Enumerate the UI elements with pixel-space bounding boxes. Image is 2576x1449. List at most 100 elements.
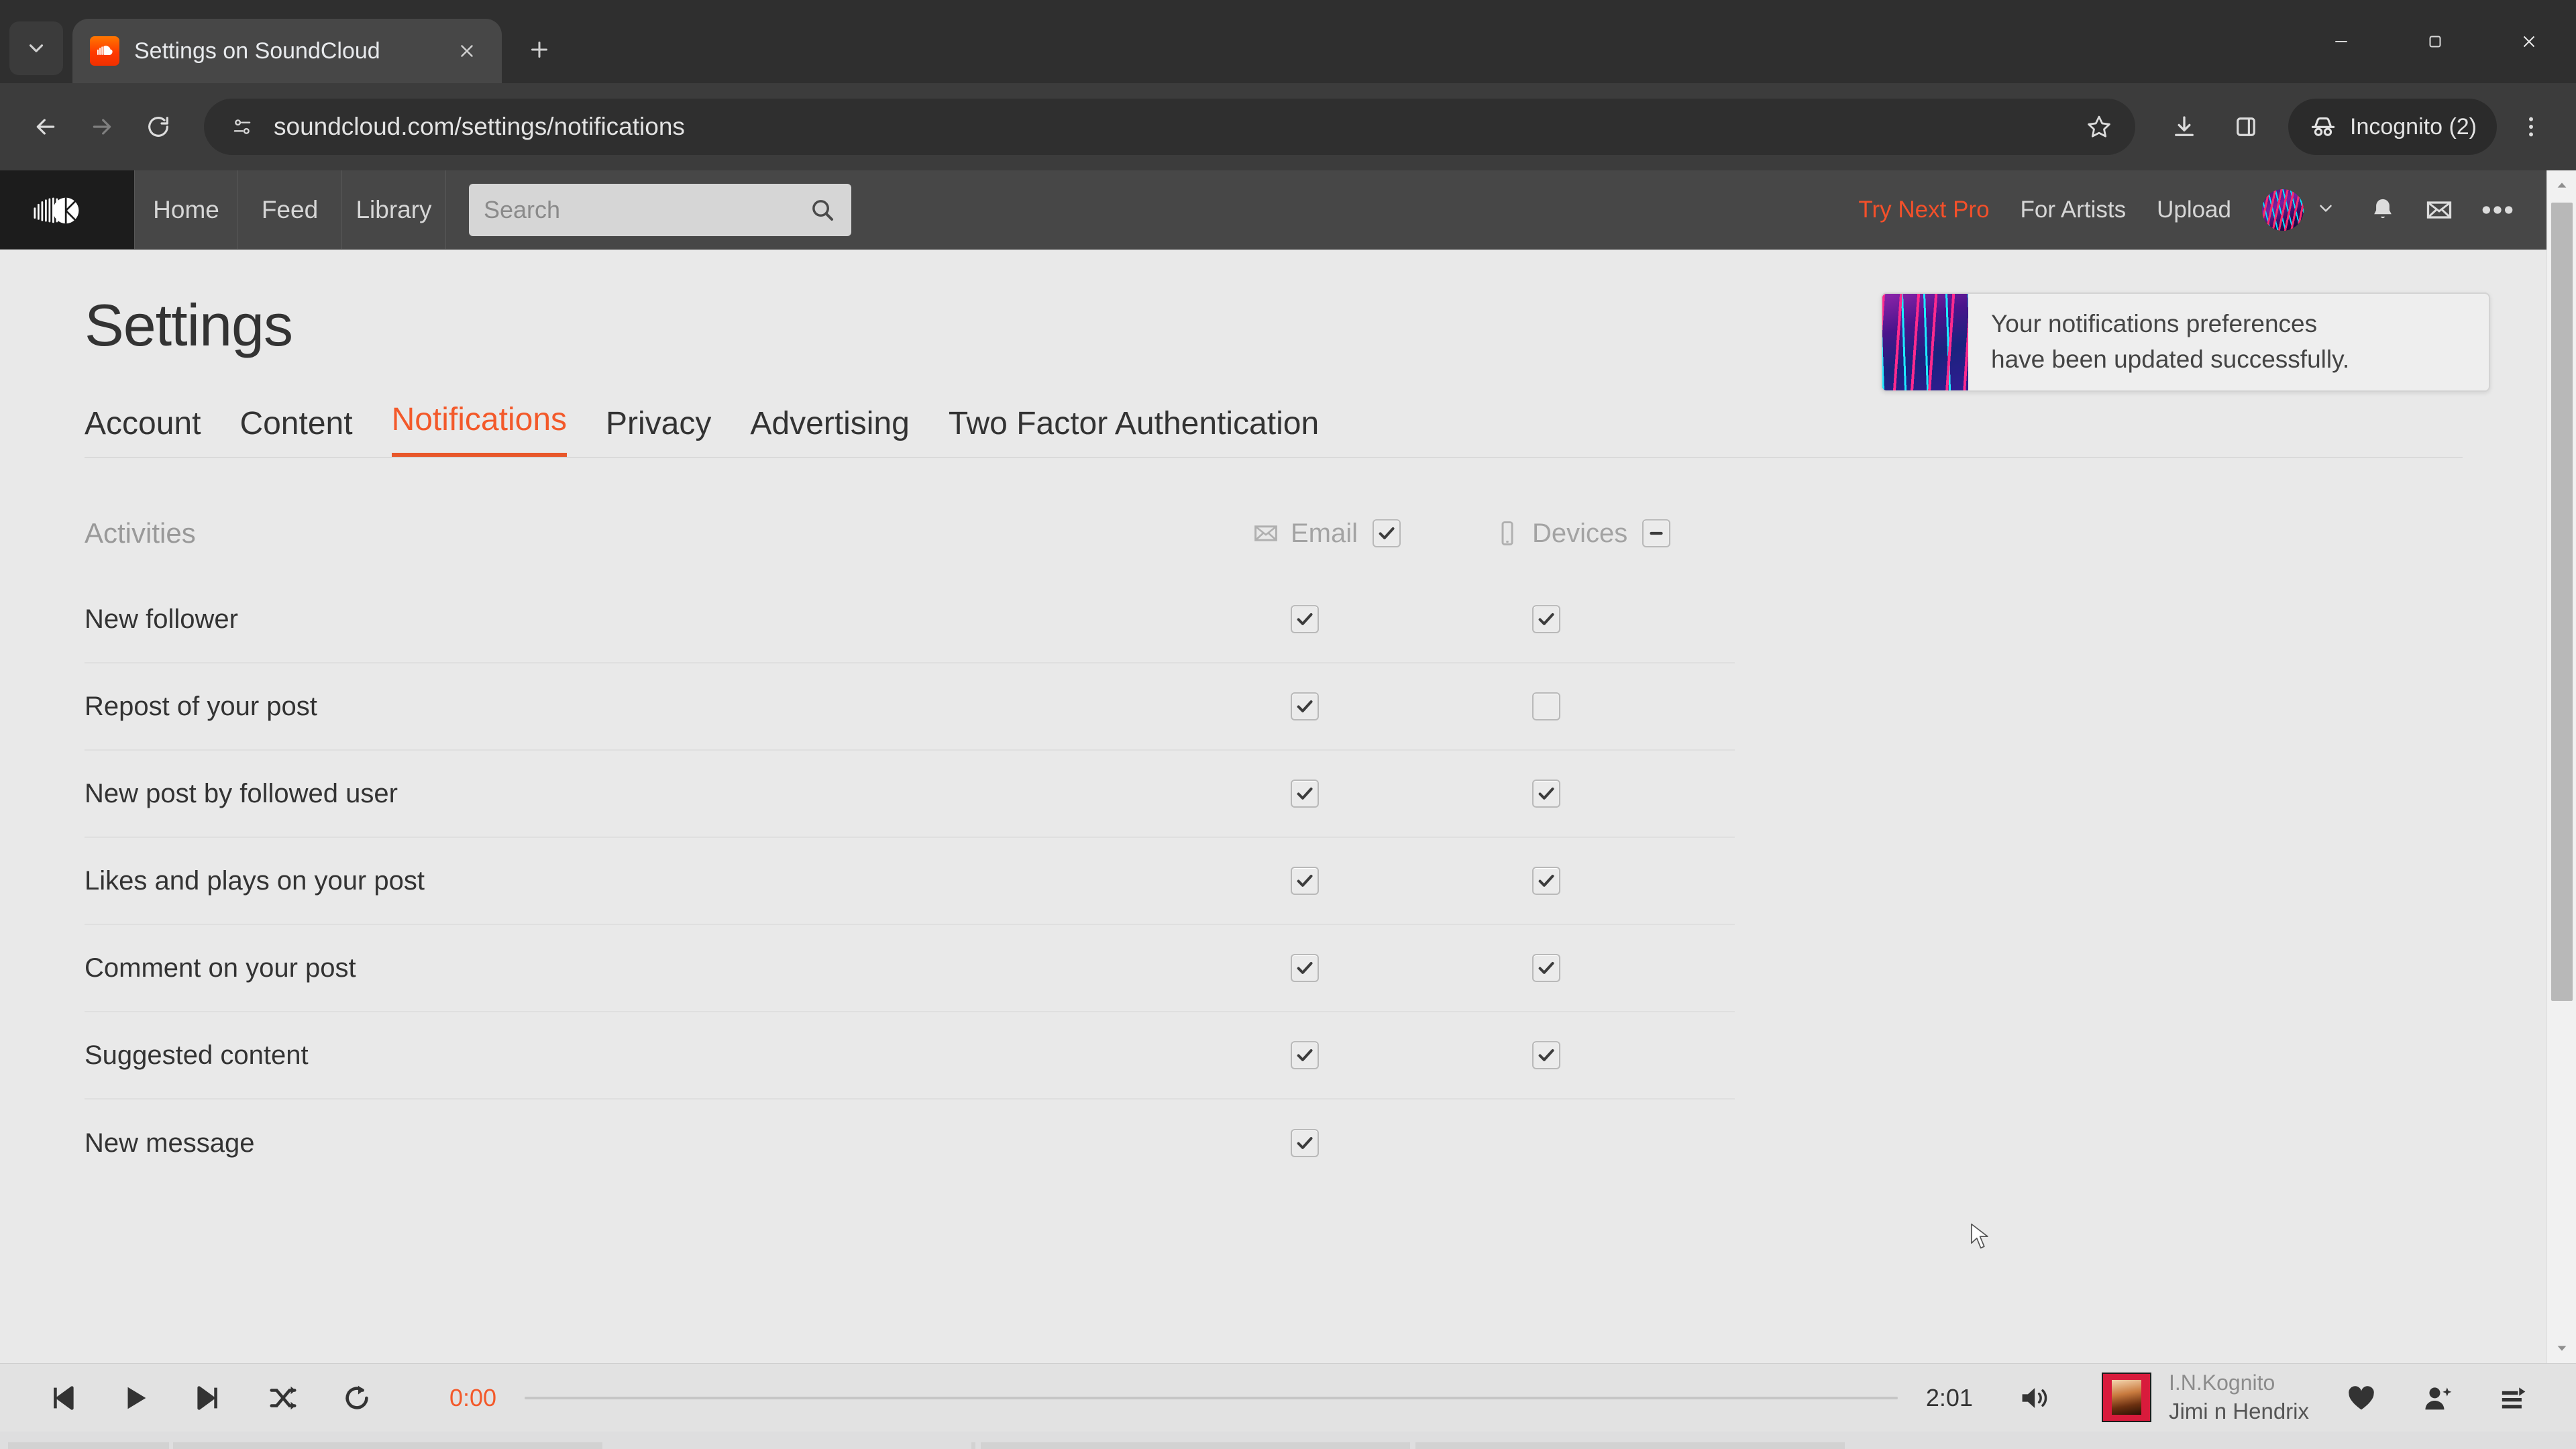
checkbox-devices[interactable]: [1532, 1041, 1560, 1069]
try-next-pro-link[interactable]: Try Next Pro: [1858, 197, 1989, 223]
tab-content[interactable]: Content: [239, 405, 352, 457]
check-icon: [1538, 875, 1554, 887]
search-input[interactable]: Search: [469, 183, 851, 236]
checkbox-email[interactable]: [1291, 605, 1319, 633]
skip-previous-icon: [54, 1385, 74, 1410]
search-icon[interactable]: [808, 196, 837, 224]
check-icon: [1297, 788, 1313, 800]
browser-toolbar: soundcloud.com/settings/notifications In…: [0, 83, 2576, 170]
table-row: Repost of your post: [85, 663, 1735, 751]
row-cell-devices: [1493, 867, 1735, 895]
maximize-button[interactable]: [2388, 0, 2482, 83]
check-icon: [1538, 962, 1554, 974]
tab-search-button[interactable]: [9, 21, 63, 75]
master-checkbox-email[interactable]: [1373, 519, 1401, 547]
browser-tab[interactable]: Settings on SoundCloud: [72, 19, 502, 83]
url-text[interactable]: soundcloud.com/settings/notifications: [274, 113, 2075, 141]
column-header-email: Email: [1252, 519, 1493, 549]
side-panel-icon: [2237, 117, 2255, 136]
indeterminate-dash-icon: [1650, 531, 1663, 535]
star-icon: [2088, 115, 2110, 138]
play-button[interactable]: [111, 1374, 160, 1422]
address-bar[interactable]: soundcloud.com/settings/notifications: [204, 99, 2135, 155]
row-cell-devices: [1493, 692, 1735, 720]
checkbox-email[interactable]: [1291, 867, 1319, 895]
three-dot-menu-icon: [2529, 117, 2533, 137]
elapsed-time: 0:00: [449, 1383, 497, 1411]
table-row: Likes and plays on your post: [85, 838, 1735, 925]
reload-button[interactable]: [130, 99, 186, 155]
master-checkbox-devices[interactable]: [1642, 519, 1671, 547]
page-scrollbar[interactable]: [2546, 170, 2576, 1363]
profile-dropdown-button[interactable]: [2316, 198, 2336, 221]
checkbox-email[interactable]: [1291, 954, 1319, 982]
nav-item-home[interactable]: Home: [134, 170, 238, 249]
minimize-button[interactable]: [2294, 0, 2388, 83]
downloads-button[interactable]: [2157, 99, 2212, 154]
column-header-devices: Devices: [1493, 519, 1735, 549]
track-title: Jimi n Hendrix: [2168, 1398, 2309, 1424]
back-button[interactable]: [17, 99, 74, 155]
window-controls: [2294, 0, 2576, 83]
follow-user-button[interactable]: [2414, 1374, 2462, 1422]
repeat-button[interactable]: [333, 1374, 381, 1422]
bookmark-button[interactable]: [2075, 103, 2123, 151]
player-actions: [2309, 1374, 2538, 1422]
forward-button[interactable]: [74, 99, 130, 155]
messages-button[interactable]: [2424, 195, 2454, 225]
window-close-button[interactable]: [2482, 0, 2576, 83]
side-panel-button[interactable]: [2218, 99, 2273, 154]
scroll-up-button[interactable]: [2547, 170, 2576, 200]
tab-two-factor-authentication[interactable]: Two Factor Authentication: [949, 405, 1319, 457]
for-artists-link[interactable]: For Artists: [2021, 197, 2127, 223]
browser-menu-button[interactable]: [2504, 99, 2559, 154]
progress-bar[interactable]: [525, 1396, 1898, 1399]
soundcloud-logo[interactable]: [0, 170, 134, 249]
checkbox-devices[interactable]: [1532, 954, 1560, 982]
check-icon: [1297, 1137, 1313, 1149]
avatar[interactable]: [2262, 189, 2304, 231]
scrollbar-thumb[interactable]: [2551, 203, 2573, 1001]
row-cell-email: [1252, 867, 1493, 895]
duration-time: 2:01: [1925, 1383, 1973, 1411]
checkbox-devices[interactable]: [1532, 605, 1560, 633]
checkbox-email[interactable]: [1291, 1041, 1319, 1069]
taskbar-segment: [971, 1442, 975, 1449]
checkbox-email[interactable]: [1291, 1129, 1319, 1157]
site-info-button[interactable]: [221, 106, 263, 148]
scroll-down-button[interactable]: [2547, 1334, 2576, 1363]
volume-button[interactable]: [2012, 1374, 2060, 1422]
album-artwork: [1882, 294, 1968, 390]
upload-link[interactable]: Upload: [2157, 197, 2231, 223]
like-button[interactable]: [2337, 1374, 2385, 1422]
checkbox-email[interactable]: [1291, 780, 1319, 808]
notifications-button[interactable]: [2368, 195, 2398, 225]
tab-privacy[interactable]: Privacy: [606, 405, 711, 457]
shuffle-button[interactable]: [259, 1374, 307, 1422]
tab-advertising[interactable]: Advertising: [750, 405, 909, 457]
row-label: New post by followed user: [85, 778, 398, 808]
skip-previous-button[interactable]: [38, 1374, 86, 1422]
row-label: Repost of your post: [85, 691, 317, 721]
nav-item-library[interactable]: Library: [342, 170, 446, 249]
incognito-profile-chip[interactable]: Incognito (2): [2288, 99, 2497, 155]
more-options-button[interactable]: [2481, 203, 2514, 217]
row-cell-email: [1252, 780, 1493, 808]
tab-notifications[interactable]: Notifications: [391, 401, 568, 457]
add-to-queue-button[interactable]: [2490, 1374, 2538, 1422]
checkbox-devices[interactable]: [1532, 692, 1560, 720]
notification-rows: New follower Repost of your post New pos…: [85, 576, 1735, 1187]
now-playing-track[interactable]: I.N.Kognito Jimi n Hendrix: [2101, 1369, 2309, 1426]
os-taskbar: [0, 1432, 2576, 1449]
row-cell-devices: [1493, 1041, 1735, 1069]
new-tab-button[interactable]: [514, 24, 565, 75]
checkbox-devices[interactable]: [1532, 867, 1560, 895]
tab-account[interactable]: Account: [85, 405, 201, 457]
checkbox-devices[interactable]: [1532, 780, 1560, 808]
nav-item-feed[interactable]: Feed: [238, 170, 342, 249]
tab-close-button[interactable]: [449, 34, 484, 68]
checkbox-email[interactable]: [1291, 692, 1319, 720]
table-row: New follower: [85, 576, 1735, 663]
toast-line-1: Your notifications preferences: [1991, 310, 2318, 338]
skip-next-button[interactable]: [185, 1374, 233, 1422]
